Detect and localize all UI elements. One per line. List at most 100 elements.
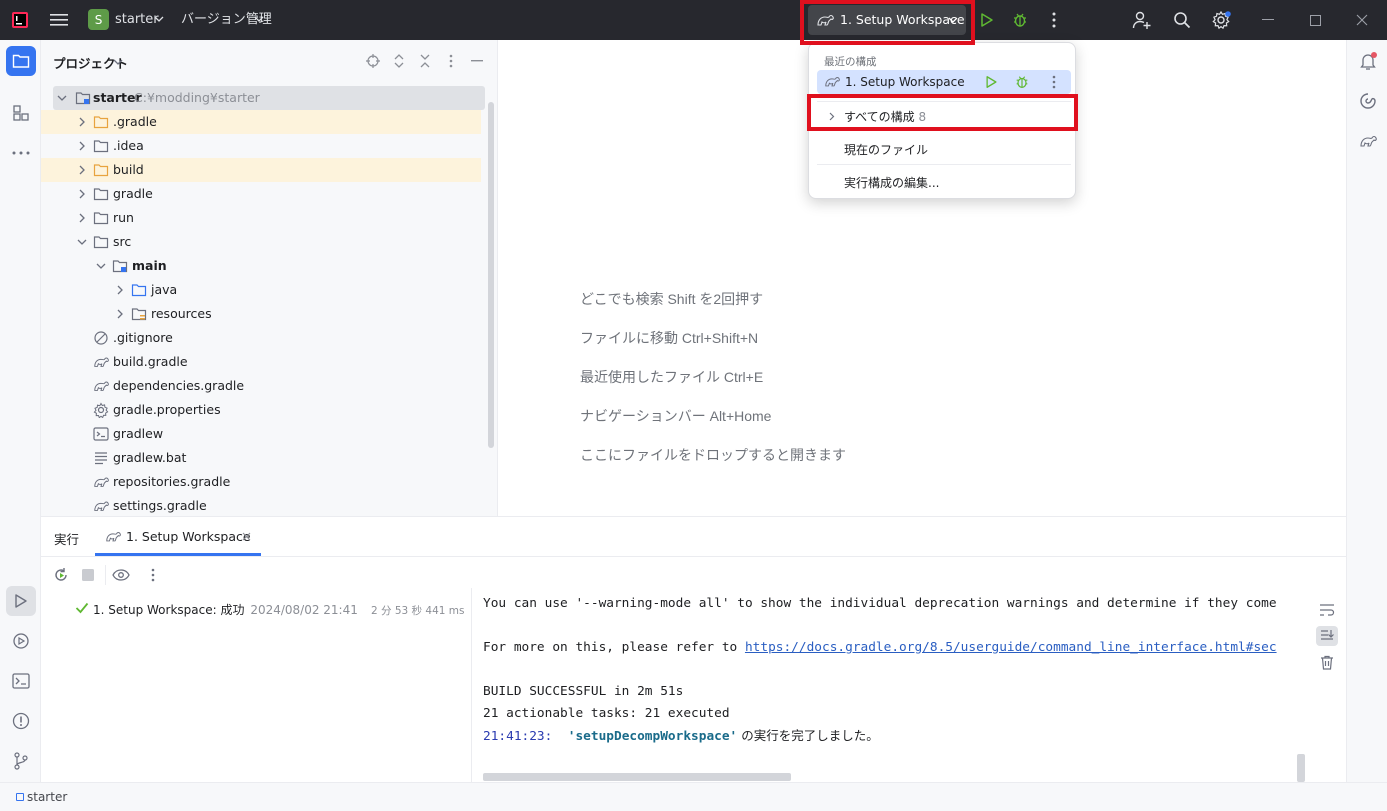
tree-item[interactable]: gradle.properties xyxy=(41,398,481,422)
more-tools-icon[interactable] xyxy=(10,142,32,164)
run-config-selector[interactable]: 1. Setup Workspace xyxy=(808,5,966,35)
console-link[interactable]: https://docs.gradle.org/8.5/userguide/co… xyxy=(745,640,1277,655)
console-v-scrollbar[interactable] xyxy=(1297,754,1305,782)
chevron-right-icon xyxy=(829,112,835,121)
tab-setup-workspace[interactable]: 1. Setup Workspace xyxy=(95,517,261,556)
ignore-file-icon xyxy=(94,331,108,345)
tree-root-row[interactable]: starter C:¥modding¥starter xyxy=(53,86,485,110)
tree-item[interactable]: resources xyxy=(41,302,481,326)
console-h-scrollbar[interactable] xyxy=(483,773,791,781)
gradle-file-icon xyxy=(94,501,109,511)
intellij-logo-icon xyxy=(10,10,30,30)
settings-gear-icon[interactable] xyxy=(1210,9,1232,31)
chevron-down-icon[interactable] xyxy=(113,57,123,67)
editor-hint: どこでも検索 Shift を2回押す xyxy=(580,291,764,307)
popup-all-configs[interactable]: すべての構成 8 xyxy=(809,105,1077,127)
rerun-icon[interactable] xyxy=(52,566,70,584)
locate-icon[interactable] xyxy=(364,52,382,70)
close-tab-icon[interactable] xyxy=(242,532,251,541)
editor-hint: ファイルに移動 Ctrl+Shift+N xyxy=(580,330,759,346)
tree-item[interactable]: build xyxy=(41,158,481,182)
tree-item[interactable]: gradle xyxy=(41,182,481,206)
chevron-down-icon[interactable] xyxy=(254,14,264,24)
tree-item[interactable]: .idea xyxy=(41,134,481,158)
popup-current-file[interactable]: 現在のファイル xyxy=(844,141,928,158)
view-options-eye-icon[interactable] xyxy=(111,566,131,584)
tree-item[interactable]: .gradle xyxy=(41,110,481,134)
add-user-icon[interactable] xyxy=(1131,9,1153,31)
hide-panel-icon[interactable] xyxy=(468,52,486,70)
debug-icon[interactable] xyxy=(1014,74,1030,90)
clear-trash-icon[interactable] xyxy=(1317,653,1337,671)
search-icon[interactable] xyxy=(1171,9,1193,31)
gradle-file-icon xyxy=(94,477,109,487)
more-vertical-icon[interactable] xyxy=(1046,10,1062,30)
problems-icon[interactable] xyxy=(10,710,32,732)
git-icon[interactable] xyxy=(10,750,32,772)
tree-item[interactable]: repositories.gradle xyxy=(41,470,481,494)
tree-item[interactable]: src xyxy=(41,230,481,254)
text-file-icon xyxy=(95,452,107,465)
more-vertical-icon[interactable] xyxy=(1052,75,1056,89)
gradle-icon xyxy=(825,77,840,87)
expand-all-icon[interactable] xyxy=(390,52,408,70)
soft-wrap-icon[interactable] xyxy=(1317,601,1337,619)
tree-item[interactable]: dependencies.gradle xyxy=(41,374,481,398)
title-bar: S starter バージョン管理 1. Setup Workspace xyxy=(0,0,1387,40)
run-icon[interactable] xyxy=(985,75,998,89)
maximize-icon[interactable] xyxy=(1305,10,1325,30)
project-tree: starter C:¥modding¥starter .gradle .idea… xyxy=(41,86,491,516)
right-tool-strip xyxy=(1346,40,1387,782)
stop-icon[interactable] xyxy=(79,566,97,584)
run-duration: 2 分 53 秒 441 ms xyxy=(371,605,465,617)
terminal-icon[interactable] xyxy=(10,670,32,692)
excluded-folder-icon xyxy=(93,116,109,129)
gradle-file-icon xyxy=(94,357,109,367)
tree-item[interactable]: gradlew.bat xyxy=(41,446,481,470)
services-icon[interactable] xyxy=(10,630,32,652)
gradle-icon xyxy=(106,532,121,542)
collapse-all-icon[interactable] xyxy=(416,52,434,70)
more-vertical-icon[interactable] xyxy=(145,566,161,584)
popup-recent-item[interactable]: 1. Setup Workspace xyxy=(817,70,1071,94)
source-folder-icon xyxy=(131,284,147,297)
minimize-icon[interactable] xyxy=(1258,10,1278,30)
divider xyxy=(41,556,1346,557)
project-name[interactable]: starter xyxy=(115,12,159,28)
scroll-to-end-icon[interactable] xyxy=(1316,626,1338,646)
console-output[interactable]: You can use '--warning-mode all' to show… xyxy=(473,588,1308,783)
folder-icon xyxy=(93,236,109,249)
folder-icon xyxy=(93,188,109,201)
chevron-down-icon[interactable] xyxy=(154,14,164,24)
divider xyxy=(817,164,1071,165)
tree-item[interactable]: gradlew xyxy=(41,422,481,446)
tree-scrollbar[interactable] xyxy=(488,102,494,448)
project-panel: プロジェクト starter C:¥modding¥starter .gradl… xyxy=(41,40,498,516)
main-menu-icon[interactable] xyxy=(48,10,70,30)
notifications-icon[interactable] xyxy=(1357,50,1379,72)
tree-item[interactable]: main xyxy=(41,254,481,278)
breadcrumb-project[interactable]: starter xyxy=(27,790,67,804)
project-folder-icon[interactable] xyxy=(6,46,36,76)
structure-icon[interactable] xyxy=(10,102,32,124)
debug-icon[interactable] xyxy=(1010,10,1030,30)
gradle-tool-icon[interactable] xyxy=(1357,130,1379,152)
resources-folder-icon xyxy=(131,308,147,321)
close-window-icon[interactable] xyxy=(1352,10,1372,30)
run-config-label: 1. Setup Workspace xyxy=(840,12,965,27)
excluded-folder-icon xyxy=(93,164,109,177)
more-vertical-icon[interactable] xyxy=(442,52,460,70)
run-panel: 実行 1. Setup Workspace 1. Setup Workspace… xyxy=(41,516,1346,783)
run-tool-icon[interactable] xyxy=(6,586,36,616)
tree-item[interactable]: build.gradle xyxy=(41,350,481,374)
module-folder-icon xyxy=(112,260,128,273)
tree-item[interactable]: java xyxy=(41,278,481,302)
tree-item[interactable]: settings.gradle xyxy=(41,494,481,516)
project-badge[interactable]: S xyxy=(88,9,109,30)
ai-assistant-icon[interactable] xyxy=(1357,90,1379,112)
run-result-row[interactable]: 1. Setup Workspace: 成功 2024/08/02 21:41 xyxy=(93,601,358,618)
run-icon[interactable] xyxy=(977,10,997,30)
popup-edit-configs[interactable]: 実行構成の編集... xyxy=(844,174,939,191)
tree-item[interactable]: run xyxy=(41,206,481,230)
tree-item[interactable]: .gitignore xyxy=(41,326,481,350)
